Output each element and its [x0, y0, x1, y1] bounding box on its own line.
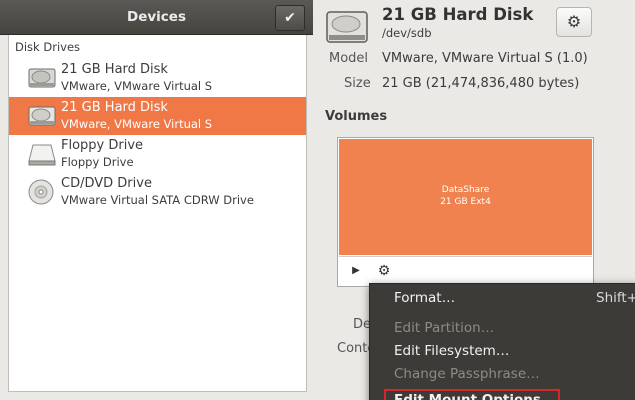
- volume-partition[interactable]: DataShare 21 GB Ext4: [339, 139, 592, 255]
- menu-item-format[interactable]: Format…: [394, 290, 455, 306]
- play-icon: ▶: [352, 265, 360, 276]
- disk-device-path: /dev/sdb: [382, 26, 432, 40]
- model-value: VMware, VMware Virtual S (1.0): [382, 51, 588, 66]
- mount-play-button[interactable]: ▶: [345, 261, 367, 281]
- device-row-hard-disk-1[interactable]: 21 GB Hard Disk VMware, VMware Virtual S: [9, 59, 306, 97]
- menu-shortcut-format: Shift+: [596, 290, 635, 306]
- partition-settings-button[interactable]: ⚙: [373, 261, 395, 281]
- device-row-floppy[interactable]: Floppy Drive Floppy Drive: [9, 135, 306, 173]
- device-name: 21 GB Hard Disk: [61, 100, 168, 115]
- optical-drive-icon: [28, 179, 54, 205]
- partition-context-menu: Format… Shift+ Edit Partition… Edit File…: [369, 283, 635, 400]
- volumes-title: Volumes: [325, 109, 388, 124]
- menu-item-change-passphrase[interactable]: Change Passphrase…: [394, 366, 540, 382]
- device-list: Disk Drives 21 GB Hard Disk VMware, VMwa…: [8, 35, 307, 392]
- device-subtitle: Floppy Drive: [61, 155, 134, 169]
- device-name: CD/DVD Drive: [61, 176, 152, 191]
- device-row-hard-disk-2[interactable]: 21 GB Hard Disk VMware, VMware Virtual S: [9, 97, 306, 135]
- device-subtitle: VMware Virtual SATA CDRW Drive: [61, 193, 254, 207]
- floppy-drive-icon: [28, 144, 56, 166]
- drive-options-button[interactable]: ⚙: [556, 7, 592, 37]
- disk-title: 21 GB Hard Disk: [382, 5, 534, 24]
- volume-map: DataShare 21 GB Ext4 ▶ ⚙: [337, 137, 594, 287]
- volume-name: DataShare: [441, 185, 490, 195]
- devices-title: Devices: [127, 9, 186, 25]
- gear-icon: ⚙: [377, 263, 391, 279]
- device-subtitle: VMware, VMware Virtual S: [61, 117, 213, 131]
- hard-disk-icon: [28, 68, 56, 88]
- model-label: Model: [329, 51, 369, 66]
- size-label: Size: [344, 76, 371, 91]
- device-name: Floppy Drive: [61, 138, 144, 153]
- checkmark-icon: ✔: [284, 10, 296, 26]
- device-name: 21 GB Hard Disk: [61, 62, 168, 77]
- select-check-button[interactable]: ✔: [275, 5, 305, 31]
- gear-icon: ⚙: [566, 12, 582, 31]
- volume-description: 21 GB Ext4: [440, 197, 491, 207]
- device-subtitle: VMware, VMware Virtual S: [61, 79, 213, 93]
- size-value: 21 GB (21,474,836,480 bytes): [382, 76, 580, 91]
- highlight-annotation: [384, 389, 560, 400]
- volume-toolbar: ▶ ⚙: [339, 256, 592, 285]
- disk-drives-section-label: Disk Drives: [15, 40, 81, 54]
- hard-disk-icon: [28, 106, 56, 126]
- hard-disk-icon: [326, 11, 368, 43]
- device-row-cd-dvd[interactable]: CD/DVD Drive VMware Virtual SATA CDRW Dr…: [9, 173, 306, 211]
- menu-item-edit-filesystem[interactable]: Edit Filesystem…: [394, 343, 509, 359]
- menu-item-edit-partition[interactable]: Edit Partition…: [394, 320, 494, 336]
